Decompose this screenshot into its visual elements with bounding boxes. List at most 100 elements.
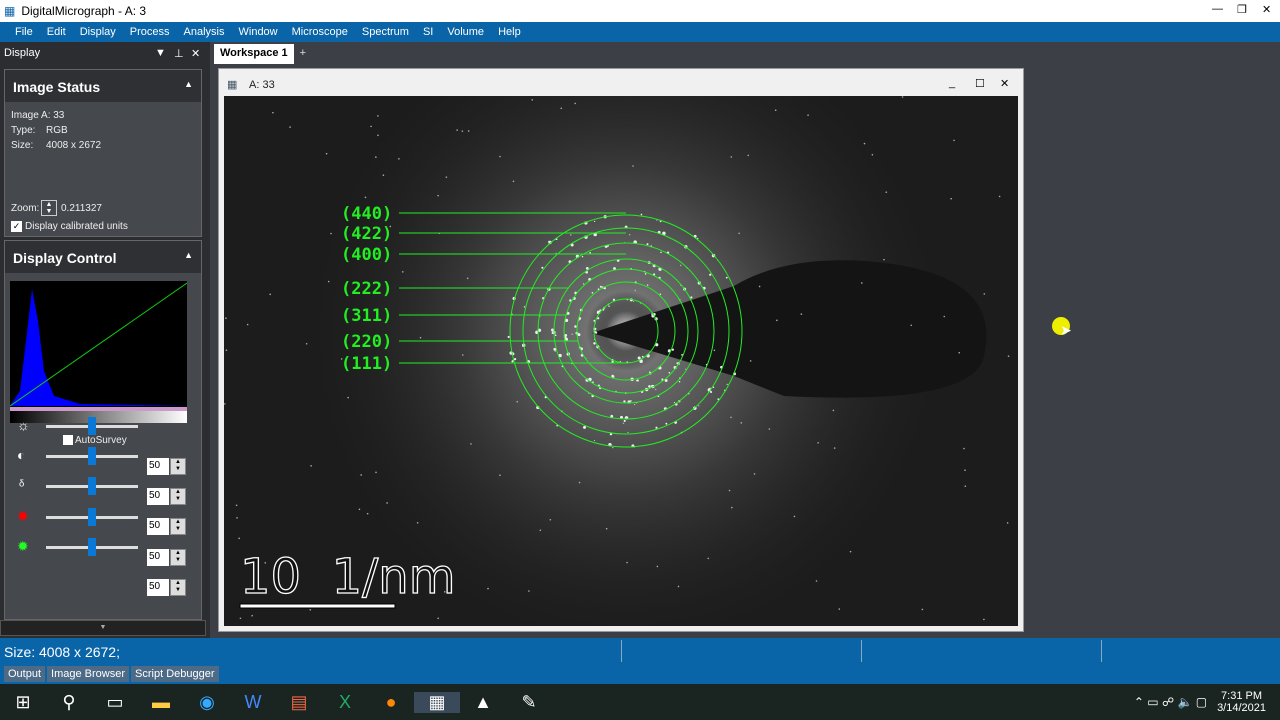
gamma-slider[interactable]: [46, 477, 138, 495]
image-maximize-button[interactable]: ☐: [975, 77, 985, 90]
task-view-icon[interactable]: ▭: [92, 692, 138, 713]
diffraction-spot: [224, 403, 226, 405]
display-control-header[interactable]: Display Control ▲: [5, 241, 201, 273]
diffraction-spot: [871, 154, 874, 156]
diffraction-spot: [668, 371, 671, 374]
pin-icon[interactable]: ⊥: [174, 47, 184, 60]
restore-button[interactable]: ❐: [1237, 3, 1247, 16]
photos-icon[interactable]: ▲: [460, 692, 506, 713]
diffraction-spot: [541, 266, 544, 269]
diffraction-spot: [246, 323, 249, 326]
collapse-icon[interactable]: ▲: [184, 79, 193, 89]
diffraction-spot: [776, 319, 778, 322]
red-slider[interactable]: [46, 508, 138, 526]
clock[interactable]: 7:31 PM 3/14/2021: [1217, 690, 1266, 714]
gamma-spinner[interactable]: ▲ ▼: [170, 518, 186, 535]
collapse-icon[interactable]: ▲: [184, 250, 193, 260]
diffraction-spot: [983, 293, 986, 295]
menu-process[interactable]: Process: [130, 26, 170, 38]
zoom-spinner[interactable]: ▲ ▼: [41, 200, 57, 216]
contrast-spinner[interactable]: ▲ ▼: [170, 488, 186, 505]
tray-icons[interactable]: ⌃ ▭ ☍ 🔈 ▢: [1134, 695, 1207, 709]
word-icon[interactable]: W: [230, 692, 276, 713]
digitalmicrograph-taskbar-icon[interactable]: ▦: [414, 691, 460, 713]
diffraction-spot: [659, 293, 662, 295]
add-tab-button[interactable]: +: [294, 44, 312, 64]
menu-edit[interactable]: Edit: [47, 26, 66, 38]
diffraction-spot: [673, 402, 675, 404]
contrast-slider[interactable]: [46, 447, 138, 465]
image-close-button[interactable]: ✕: [1000, 77, 1009, 90]
diffraction-spot: [983, 618, 985, 621]
gamma-value[interactable]: 50: [147, 518, 169, 535]
excel-icon[interactable]: X: [322, 692, 368, 713]
brightness-slider[interactable]: [46, 417, 138, 435]
diffraction-spot: [815, 580, 818, 582]
brightness-icon: ☼: [17, 417, 30, 433]
panel-menu-icon[interactable]: ▼: [155, 47, 166, 59]
diffraction-image[interactable]: (440)(422)(400) (222) (311) (220)(111) 10 1…: [224, 96, 1018, 626]
menu-spectrum[interactable]: Spectrum: [362, 26, 409, 38]
minimize-button[interactable]: —: [1212, 3, 1223, 15]
type-value: RGB: [46, 125, 68, 136]
green-value[interactable]: 50: [147, 579, 169, 596]
diffraction-spot: [707, 557, 710, 560]
type-label: Type:: [11, 125, 36, 136]
menu-si[interactable]: SI: [423, 26, 433, 38]
start-button[interactable]: ⊞: [0, 692, 46, 713]
tab-output[interactable]: Output: [4, 666, 46, 682]
diffraction-spot: [581, 256, 584, 258]
menu-microscope[interactable]: Microscope: [292, 26, 348, 38]
diffraction-spot: [574, 325, 577, 328]
diffraction-spot: [419, 336, 422, 339]
diffraction-spot: [730, 156, 733, 158]
firefox-icon[interactable]: ●: [368, 692, 414, 713]
menu-help[interactable]: Help: [498, 26, 521, 38]
panel-close-icon[interactable]: ✕: [191, 47, 200, 60]
edge-icon[interactable]: ◉: [184, 692, 230, 713]
diffraction-spot: [360, 474, 362, 476]
contrast-value[interactable]: 50: [147, 488, 169, 505]
diffraction-spot: [327, 280, 330, 283]
diffraction-spot: [623, 419, 626, 423]
diffraction-spot: [863, 142, 866, 145]
diffraction-spot: [589, 251, 591, 254]
red-value[interactable]: 50: [147, 549, 169, 566]
search-icon[interactable]: ⚲: [46, 692, 92, 713]
diffraction-spot: [583, 425, 587, 429]
menu-volume[interactable]: Volume: [447, 26, 484, 38]
green-spinner[interactable]: ▲ ▼: [170, 579, 186, 596]
panel-scroll-down[interactable]: ▼: [0, 620, 206, 636]
menu-analysis[interactable]: Analysis: [184, 26, 225, 38]
diffraction-spot: [612, 446, 614, 449]
green-slider[interactable]: [46, 538, 138, 556]
diffraction-spot: [713, 349, 716, 352]
menu-display[interactable]: Display: [80, 26, 116, 38]
menu-window[interactable]: Window: [239, 26, 278, 38]
panel-title: Display: [4, 47, 41, 59]
red-spinner[interactable]: ▲ ▼: [170, 549, 186, 566]
file-explorer-icon[interactable]: ▬: [138, 692, 184, 713]
histogram[interactable]: [10, 281, 187, 423]
image-status-header[interactable]: Image Status ▲: [5, 70, 201, 102]
diffraction-spot: [860, 282, 863, 284]
diffraction-spot: [549, 518, 552, 521]
pdf-icon[interactable]: ▤: [276, 692, 322, 713]
paint-icon[interactable]: ✎: [506, 692, 552, 713]
image-window-title: A: 33: [249, 79, 275, 91]
image-minimize-button[interactable]: _: [949, 77, 955, 89]
ring-label: (220): [341, 332, 392, 352]
calibrated-checkbox[interactable]: ✓: [11, 221, 22, 232]
tab-script-debugger[interactable]: Script Debugger: [131, 666, 219, 682]
menu-file[interactable]: File: [15, 26, 33, 38]
diffraction-spot: [655, 426, 658, 429]
close-button[interactable]: ✕: [1262, 3, 1271, 16]
autosurvey-checkbox[interactable]: [63, 435, 73, 445]
brightness-value[interactable]: 50: [147, 458, 169, 475]
tab-workspace-1[interactable]: Workspace 1: [214, 44, 294, 64]
ring-label: (222): [341, 279, 392, 299]
tab-image-browser[interactable]: Image Browser: [47, 666, 130, 682]
brightness-spinner[interactable]: ▲ ▼: [170, 458, 186, 475]
diffraction-spot: [679, 264, 682, 267]
diffraction-spot: [963, 447, 965, 450]
